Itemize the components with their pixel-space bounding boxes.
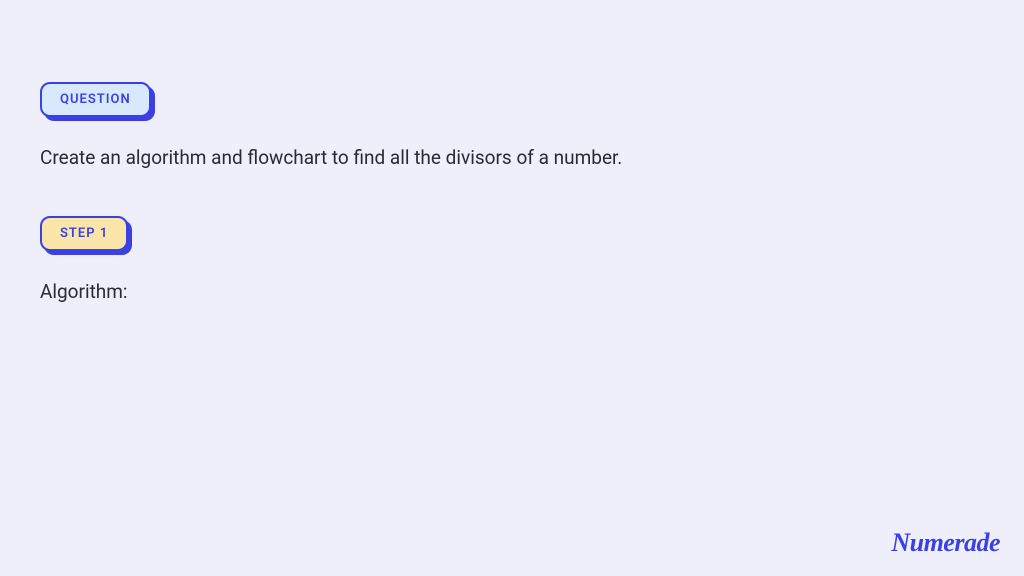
step1-badge-label: STEP 1 [60,226,108,241]
question-badge-label: QUESTION [60,92,131,107]
content-area: QUESTION Create an algorithm and flowcha… [0,0,1024,345]
step1-badge: STEP 1 [40,216,128,251]
question-text: Create an algorithm and flowchart to fin… [40,145,984,172]
brand-logo: Numerade [891,528,1000,558]
step1-text: Algorithm: [40,279,984,306]
question-badge: QUESTION [40,82,151,117]
